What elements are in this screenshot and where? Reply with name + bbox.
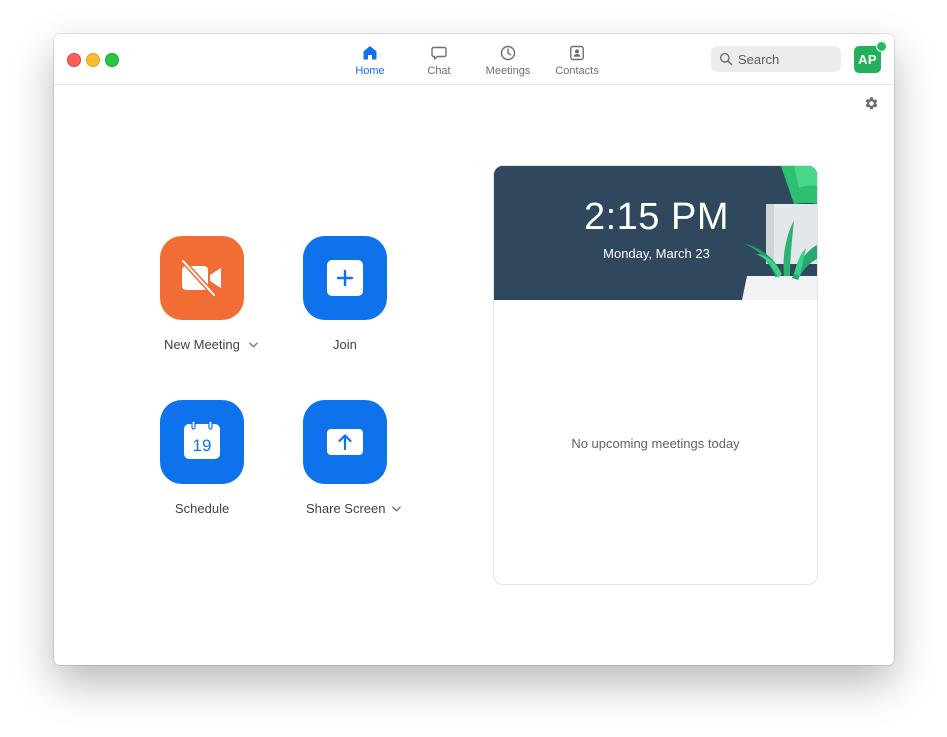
minimize-window-button[interactable] xyxy=(86,53,100,67)
tab-home-label: Home xyxy=(355,65,385,77)
search-icon xyxy=(719,52,733,66)
search-placeholder: Search xyxy=(738,52,780,67)
share-screen-label: Share Screen xyxy=(306,501,386,516)
close-window-button[interactable] xyxy=(67,53,81,67)
schedule-label: Schedule xyxy=(175,501,230,516)
share-arrow-icon xyxy=(327,429,363,455)
video-off-icon xyxy=(180,260,221,296)
calendar-day-number: 19 xyxy=(193,436,212,455)
tab-meetings[interactable]: Meetings xyxy=(483,44,533,80)
title-bar: Home Chat Meetings Contacts Search AP xyxy=(54,34,894,85)
share-screen-button[interactable] xyxy=(303,400,387,484)
new-meeting-button[interactable] xyxy=(160,236,244,320)
home-icon xyxy=(363,46,377,60)
search-input[interactable]: Search xyxy=(711,46,841,72)
clock-icon xyxy=(500,45,516,61)
tab-chat[interactable]: Chat xyxy=(420,44,458,80)
join-label: Join xyxy=(333,337,357,352)
zoom-window: Home Chat Meetings Contacts Search AP Ne… xyxy=(54,34,894,665)
online-status-dot xyxy=(876,41,887,52)
current-date: Monday, March 23 xyxy=(603,246,710,261)
chevron-down-icon[interactable] xyxy=(249,342,258,348)
tab-meetings-label: Meetings xyxy=(485,65,531,77)
maximize-window-button[interactable] xyxy=(105,53,119,67)
clock-header: 2:15 PM Monday, March 23 xyxy=(494,166,817,300)
empty-meetings-message: No upcoming meetings today xyxy=(571,436,740,451)
tab-contacts-label: Contacts xyxy=(555,65,599,77)
plus-icon xyxy=(327,260,363,296)
chat-bubble-icon xyxy=(431,46,447,60)
tab-chat-label: Chat xyxy=(427,65,451,77)
tab-home[interactable]: Home xyxy=(348,44,392,80)
upcoming-meetings-card: 2:15 PM Monday, March 23 No upcoming mee… xyxy=(493,165,818,585)
current-time: 2:15 PM xyxy=(583,196,730,238)
calendar-icon: 19 xyxy=(184,421,220,459)
tab-contacts[interactable]: Contacts xyxy=(552,44,602,80)
new-meeting-label: New Meeting xyxy=(164,337,240,352)
join-button[interactable] xyxy=(303,236,387,320)
chevron-down-icon[interactable] xyxy=(392,506,401,512)
contact-card-icon xyxy=(570,45,584,61)
schedule-button[interactable]: 19 xyxy=(160,400,244,484)
gear-icon[interactable] xyxy=(864,96,879,111)
